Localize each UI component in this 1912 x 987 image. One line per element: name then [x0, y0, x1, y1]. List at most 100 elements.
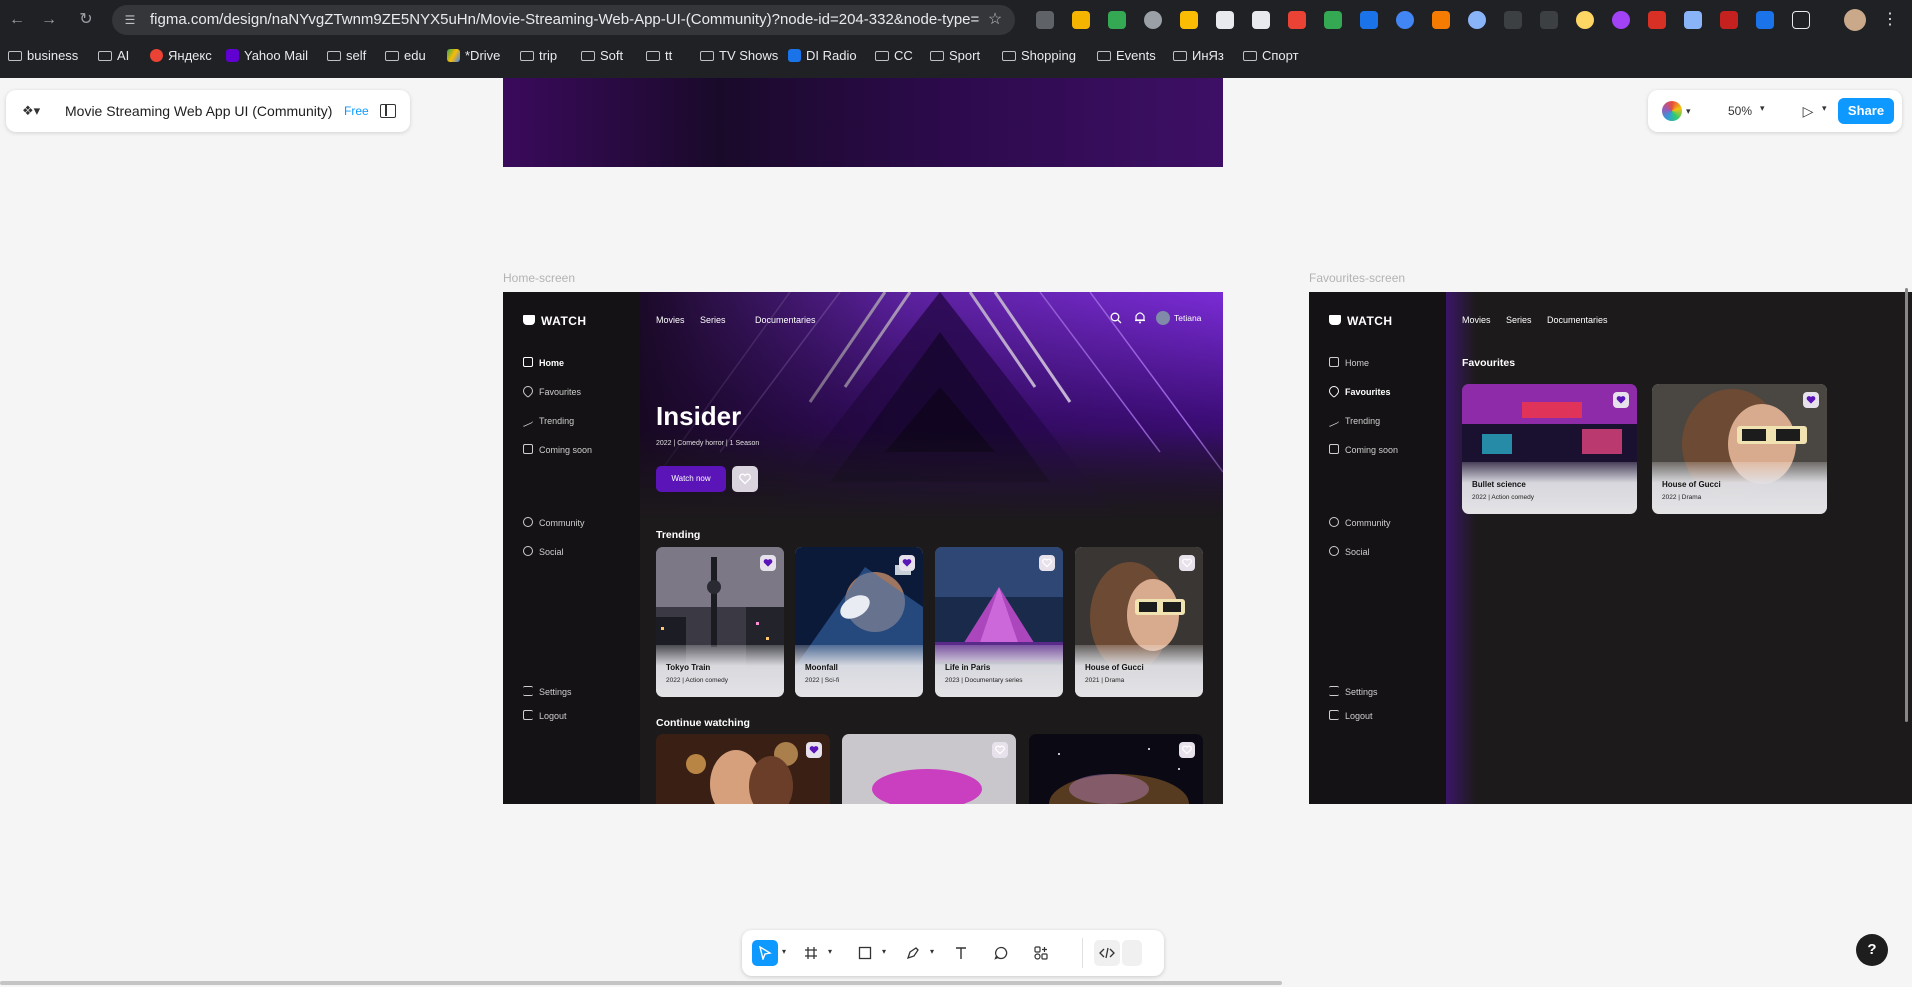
bookmark-folder[interactable]: Спорт — [1243, 48, 1299, 64]
extension-icon[interactable] — [1576, 11, 1594, 29]
sidebar-item-community[interactable]: Community — [1329, 516, 1439, 530]
bookmark-folder[interactable]: self — [327, 48, 366, 64]
frame-label-favourites[interactable]: Favourites-screen — [1309, 271, 1405, 285]
movie-card[interactable]: Life in Paris 2023 | Documentary series — [935, 547, 1063, 697]
dev-mode-switch[interactable] — [1122, 940, 1142, 966]
topnav-movies[interactable]: Movies — [1462, 314, 1491, 326]
pen-tool[interactable] — [900, 940, 926, 966]
favourites-screen-frame[interactable]: WATCH Home Favourites Trending Coming so… — [1309, 292, 1912, 804]
extensions-puzzle-icon[interactable] — [1792, 11, 1810, 29]
bookmark-folder[interactable]: business — [8, 48, 78, 64]
sidebar-item-trending[interactable]: Trending — [523, 412, 633, 428]
bookmark-folder[interactable]: Sport — [930, 48, 980, 64]
bookmark-folder[interactable]: tt — [646, 48, 672, 64]
continue-card[interactable] — [656, 734, 830, 804]
sidebar-item-home[interactable]: Home — [1329, 356, 1439, 370]
chevron-down-icon[interactable]: ▾ — [828, 948, 836, 956]
bookmark-link[interactable]: Яндекс — [150, 48, 212, 64]
text-tool[interactable] — [948, 940, 974, 966]
topnav-movies[interactable]: Movies — [656, 314, 685, 326]
rectangle-tool[interactable] — [852, 940, 878, 966]
topnav-series[interactable]: Series — [700, 314, 726, 326]
extension-icon[interactable] — [1432, 11, 1450, 29]
topnav-series[interactable]: Series — [1506, 314, 1532, 326]
frame-tool[interactable] — [798, 940, 824, 966]
bell-icon[interactable] — [1134, 311, 1146, 324]
bookmark-folder[interactable]: Shopping — [1002, 48, 1076, 64]
extension-icon[interactable] — [1324, 11, 1342, 29]
extension-icon[interactable] — [1108, 11, 1126, 29]
sidebar-item-coming-soon[interactable]: Coming soon — [523, 443, 633, 457]
bookmark-folder[interactable]: Events — [1097, 48, 1156, 64]
profile-avatar[interactable] — [1844, 9, 1866, 31]
extension-icon[interactable] — [1684, 11, 1702, 29]
favourite-card[interactable]: Bullet science 2022 | Action comedy — [1462, 384, 1637, 514]
actions-tool[interactable] — [1028, 940, 1054, 966]
bookmark-folder[interactable]: TV Shows — [700, 48, 778, 64]
zoom-select[interactable]: 50% — [1716, 99, 1780, 123]
topnav-documentaries[interactable]: Documentaries — [1547, 314, 1608, 326]
extension-icon[interactable] — [1612, 11, 1630, 29]
extension-icon[interactable] — [1504, 11, 1522, 29]
figma-canvas[interactable]: Home-screen Favourites-screen WATCH Home… — [0, 78, 1912, 987]
back-icon[interactable]: ← — [6, 9, 28, 31]
extension-icon[interactable] — [1288, 11, 1306, 29]
sidebar-item-social[interactable]: Social — [523, 545, 633, 559]
bookmark-folder[interactable]: trip — [520, 48, 557, 64]
chevron-down-icon[interactable]: ▾ — [882, 948, 890, 956]
favourite-card[interactable]: House of Gucci 2022 | Drama — [1652, 384, 1827, 514]
movie-card[interactable]: House of Gucci 2021 | Drama — [1075, 547, 1203, 697]
extension-icon[interactable] — [1252, 11, 1270, 29]
move-tool[interactable] — [752, 940, 778, 966]
extension-icon[interactable] — [1216, 11, 1234, 29]
extension-icon[interactable] — [1180, 11, 1198, 29]
extension-icon[interactable] — [1396, 11, 1414, 29]
bookmark-link[interactable]: DI Radio — [788, 48, 857, 64]
search-icon[interactable] — [1110, 312, 1122, 324]
extension-icon[interactable] — [1072, 11, 1090, 29]
watch-now-button[interactable]: Watch now — [656, 466, 726, 492]
chevron-down-icon[interactable]: ▾ — [1686, 103, 1696, 119]
bookmark-link[interactable]: *Drive — [447, 48, 500, 64]
extension-icon[interactable] — [1720, 11, 1738, 29]
favourite-toggle[interactable] — [899, 555, 915, 571]
extension-icon[interactable] — [1468, 11, 1486, 29]
continue-card[interactable] — [1029, 734, 1203, 804]
file-title[interactable]: Movie Streaming Web App UI (Community) — [65, 103, 335, 119]
bookmark-link[interactable]: Yahoo Mail — [226, 48, 308, 64]
favourite-toggle[interactable] — [806, 742, 822, 758]
chevron-down-icon[interactable]: ▾ — [782, 948, 790, 956]
sidebar-item-logout[interactable]: Logout — [523, 709, 633, 723]
bookmark-folder[interactable]: edu — [385, 48, 426, 64]
present-icon[interactable]: ▷ — [1798, 101, 1818, 121]
favourite-toggle[interactable] — [1179, 742, 1195, 758]
app-logo[interactable]: WATCH — [1329, 313, 1429, 329]
user-avatar[interactable] — [1662, 101, 1682, 121]
favourite-toggle[interactable] — [992, 742, 1008, 758]
address-bar[interactable]: ☰ figma.com/design/naNYvgZTwnm9ZE5NYX5uH… — [112, 5, 1015, 35]
share-button[interactable]: Share — [1838, 98, 1894, 124]
sidebar-item-trending[interactable]: Trending — [1329, 412, 1439, 428]
chevron-down-icon[interactable]: ▾ — [1822, 103, 1827, 114]
continue-card[interactable] — [842, 734, 1016, 804]
sidebar-item-favourites[interactable]: Favourites — [520, 383, 633, 399]
dev-mode-toggle[interactable] — [1094, 940, 1120, 966]
bookmark-folder[interactable]: Soft — [581, 48, 623, 64]
extension-icon[interactable] — [1756, 11, 1774, 29]
forward-icon[interactable]: → — [38, 9, 60, 31]
sidebar-item-home[interactable]: Home — [523, 356, 633, 370]
app-logo[interactable]: WATCH — [523, 313, 623, 329]
movie-card[interactable]: Tokyo Train 2022 | Action comedy — [656, 547, 784, 697]
plan-badge[interactable]: Free — [344, 104, 374, 118]
bookmark-star-icon[interactable]: ☆ — [985, 10, 1005, 30]
extension-icon[interactable] — [1036, 11, 1054, 29]
topnav-documentaries[interactable]: Documentaries — [755, 314, 816, 326]
reload-icon[interactable]: ↻ — [75, 9, 97, 31]
extension-icon[interactable] — [1540, 11, 1558, 29]
movie-card[interactable]: Moonfall 2022 | Sci-fi — [795, 547, 923, 697]
figma-menu-icon[interactable]: ❖▾ — [22, 102, 48, 120]
user-avatar[interactable] — [1156, 311, 1170, 325]
bookmark-folder[interactable]: ИнЯз — [1173, 48, 1224, 64]
extension-icon[interactable] — [1144, 11, 1162, 29]
site-settings-icon[interactable]: ☰ — [122, 12, 138, 28]
